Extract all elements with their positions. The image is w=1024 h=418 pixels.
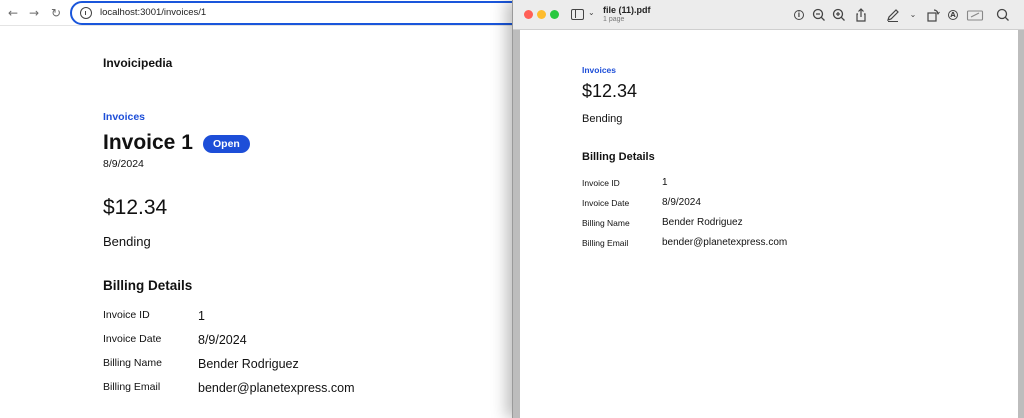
- search-icon[interactable]: [995, 7, 1011, 23]
- invoice-id-value: 1: [198, 309, 205, 323]
- pdf-billing-name-value: Bender Rodriguez: [662, 217, 743, 228]
- pdf-billing-email-value: bender@planetexpress.com: [662, 237, 788, 248]
- annotate-icon[interactable]: A: [945, 7, 961, 23]
- pdf-preview-window: ⌄ file (11).pdf 1 page i ⌄ A Invoices $1…: [512, 0, 1024, 418]
- markup-menu-chevron-icon[interactable]: ⌄: [905, 7, 921, 23]
- invoice-date: 8/9/2024: [103, 158, 144, 170]
- chevron-down-icon[interactable]: ⌄: [588, 8, 595, 17]
- invoice-date-value: 8/9/2024: [198, 333, 247, 347]
- close-window-button[interactable]: [524, 10, 533, 19]
- pdf-invoice-date-label: Invoice Date: [582, 198, 630, 208]
- invoice-description: Bending: [103, 234, 151, 249]
- pdf-breadcrumb: Invoices: [582, 65, 617, 75]
- billing-email-label: Billing Email: [103, 381, 161, 393]
- forward-arrow-icon[interactable]: →: [25, 4, 43, 22]
- billing-name-value: Bender Rodriguez: [198, 357, 299, 371]
- reload-icon[interactable]: ↻: [47, 4, 65, 22]
- minimize-window-button[interactable]: [537, 10, 546, 19]
- invoice-amount: $12.34: [103, 196, 168, 219]
- billing-name-label: Billing Name: [103, 357, 162, 369]
- pdf-billing-name-label: Billing Name: [582, 218, 630, 228]
- zoom-in-icon[interactable]: [831, 7, 847, 23]
- pdf-billing-heading: Billing Details: [582, 151, 655, 163]
- site-info-icon[interactable]: [80, 7, 92, 19]
- pdf-invoice-id-label: Invoice ID: [582, 178, 620, 188]
- zoom-window-button[interactable]: [550, 10, 559, 19]
- markup-pen-icon[interactable]: [885, 7, 901, 23]
- sidebar-toggle-icon[interactable]: [571, 9, 584, 20]
- breadcrumb-invoices-link[interactable]: Invoices: [103, 111, 145, 123]
- preview-toolbar: ⌄ file (11).pdf 1 page i ⌄ A: [513, 0, 1024, 30]
- zoom-out-icon[interactable]: [811, 7, 827, 23]
- url-text[interactable]: localhost:3001/invoices/1: [100, 7, 206, 18]
- document-file-name: file (11).pdf: [603, 5, 651, 15]
- site-title[interactable]: Invoicipedia: [103, 56, 172, 70]
- rotate-icon[interactable]: [925, 7, 941, 23]
- pdf-page: Invoices $12.34 Bending Billing Details …: [520, 30, 1018, 418]
- pdf-invoice-date-value: 8/9/2024: [662, 197, 701, 208]
- page-title: Invoice 1: [103, 131, 193, 154]
- pdf-invoice-id-value: 1: [662, 177, 668, 188]
- billing-details-heading: Billing Details: [103, 278, 193, 293]
- share-icon[interactable]: [853, 7, 869, 23]
- pdf-amount: $12.34: [582, 81, 638, 101]
- info-icon[interactable]: i: [791, 7, 807, 23]
- back-arrow-icon[interactable]: ←: [4, 4, 22, 22]
- pdf-description: Bending: [582, 113, 623, 125]
- invoice-id-label: Invoice ID: [103, 309, 150, 321]
- invoice-date-label: Invoice Date: [103, 333, 162, 345]
- document-page-count: 1 page: [603, 16, 625, 23]
- status-badge: Open: [203, 135, 250, 153]
- billing-email-value: bender@planetexpress.com: [198, 381, 355, 395]
- form-fill-icon[interactable]: [966, 7, 984, 23]
- pdf-billing-email-label: Billing Email: [582, 238, 629, 248]
